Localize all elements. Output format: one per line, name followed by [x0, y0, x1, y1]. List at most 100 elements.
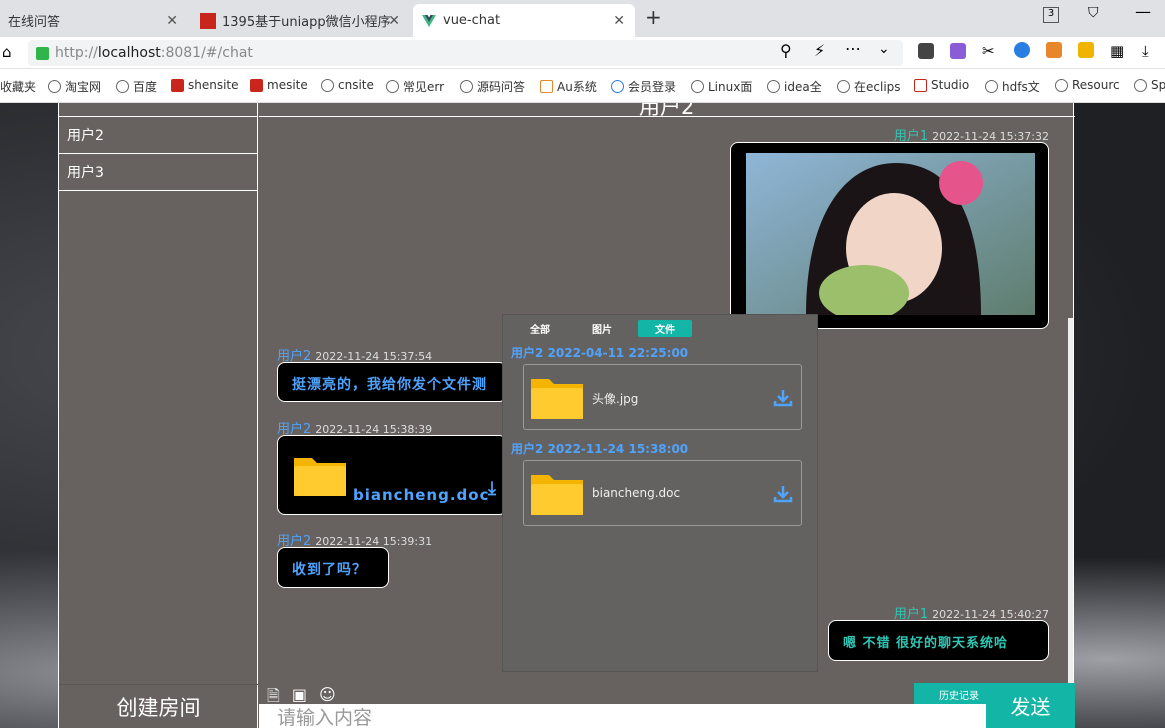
site-icon	[250, 78, 263, 92]
bookmark-item[interactable]: mesite	[250, 78, 308, 92]
bookmark-item[interactable]: 淘宝网	[48, 78, 101, 95]
history-panel: 全部 图片 文件 用户2 2022-04-11 22:25:00 头像.jpg …	[502, 314, 818, 672]
create-room-button[interactable]: 创建房间	[59, 684, 258, 728]
close-icon[interactable]: ✕	[613, 13, 625, 29]
bookmark-item[interactable]: 常见err	[386, 78, 444, 95]
bookmark-label: Studio	[931, 78, 970, 92]
file-message[interactable]: biancheng.doc ⤓	[277, 435, 507, 515]
zoom-icon[interactable]: ⚲	[780, 41, 792, 60]
file-name: biancheng.doc	[353, 486, 490, 504]
history-entry-header: 用户2 2022-11-24 15:38:00	[511, 442, 689, 456]
bookmark-item[interactable]: idea全	[767, 78, 822, 95]
bookmark-label: 源码问答	[477, 80, 526, 94]
file-name: biancheng.doc	[592, 486, 681, 500]
bookmark-label: hdfs文	[1002, 80, 1040, 94]
close-icon[interactable]: ✕	[166, 13, 178, 29]
browser-tab[interactable]: 在线问答 ✕	[0, 4, 188, 37]
bookmark-label: 会员登录	[628, 80, 677, 94]
image-message[interactable]	[730, 142, 1049, 329]
more-icon[interactable]: ⋯	[845, 39, 861, 58]
paw-icon	[767, 80, 780, 93]
chevron-down-icon[interactable]: ⌄	[878, 41, 890, 57]
file-name: 头像.jpg	[592, 392, 639, 406]
bookmark-label: Resourc	[1072, 78, 1120, 92]
browser-tab[interactable]: 1395基于uniapp微信小程序 ✕	[192, 4, 410, 37]
globe-icon	[48, 80, 61, 93]
tab-all[interactable]: 全部	[513, 320, 567, 337]
sidebar-user-2[interactable]: 用户2	[59, 117, 257, 154]
bookmark-item[interactable]: 源码问答	[460, 78, 525, 95]
url-field[interactable]: http://localhost:8081/#/chat	[28, 40, 903, 66]
message-input[interactable]: 请输入内容	[259, 704, 986, 728]
globe-icon	[1134, 78, 1147, 92]
bookmark-item[interactable]: 收藏夹	[0, 78, 36, 95]
chat-header: 用户2	[259, 103, 1075, 117]
bookmark-item[interactable]: hdfs文	[985, 78, 1040, 95]
reader-icon[interactable]	[918, 43, 934, 59]
fox-extension-icon[interactable]	[1046, 42, 1062, 58]
scissors-icon[interactable]: ✂	[982, 42, 995, 60]
shield-extension-icon[interactable]	[1078, 42, 1094, 58]
text-message: 嗯 不错 很好的聊天系统哈	[828, 620, 1049, 661]
tab-label: 在线问答	[8, 15, 61, 30]
address-bar: ⌂ http://localhost:8081/#/chat ⚲ ⚡ ⋯ ⌄ ✂…	[0, 37, 1165, 69]
bookmark-item[interactable]: Studio	[914, 78, 969, 92]
tab-label: 1395基于uniapp微信小程序	[222, 15, 391, 30]
minimize-icon[interactable]: —	[1135, 2, 1151, 21]
globe-icon	[321, 78, 334, 92]
bookmark-label: cnsite	[338, 78, 374, 92]
bookmark-label: 淘宝网	[65, 80, 102, 94]
site-icon	[914, 78, 927, 92]
site-icon	[460, 80, 473, 93]
bookmark-item[interactable]: Au系统	[540, 78, 597, 95]
bookmark-item[interactable]: 在eclips	[837, 78, 901, 95]
tab-count-badge[interactable]: 3	[1043, 7, 1059, 23]
translate-icon[interactable]	[950, 43, 966, 59]
bookmark-item[interactable]: 百度	[116, 78, 157, 95]
site-favicon-icon	[200, 12, 216, 29]
vue-logo-icon	[422, 14, 436, 27]
bookmark-label: 常见err	[403, 80, 445, 94]
scrollbar[interactable]	[1068, 318, 1073, 683]
cloud-icon	[611, 80, 624, 93]
download-icon[interactable]: ⤓	[1142, 42, 1149, 60]
folder-icon	[294, 458, 346, 496]
close-icon[interactable]: ✕	[388, 13, 400, 29]
bookmark-item[interactable]: cnsite	[321, 78, 374, 92]
history-file-card[interactable]: biancheng.doc	[523, 460, 802, 526]
home-icon[interactable]: ⌂	[2, 43, 12, 61]
shirt-icon[interactable]: ⛉	[1088, 5, 1099, 21]
browser-tab-active[interactable]: vue-chat ✕	[413, 4, 635, 37]
tab-files[interactable]: 文件	[638, 320, 692, 337]
download-icon[interactable]	[773, 389, 793, 407]
paw-icon	[837, 80, 850, 93]
download-icon[interactable]	[773, 485, 793, 503]
search-extension-icon[interactable]	[1014, 42, 1030, 58]
send-button[interactable]: 发送	[986, 683, 1075, 728]
secure-shield-icon	[36, 46, 49, 60]
bookmark-item[interactable]: Linux面	[691, 78, 752, 95]
text-message: 收到了吗？	[277, 547, 389, 588]
download-icon[interactable]: ⤓	[488, 478, 497, 499]
globe-icon	[1055, 78, 1068, 92]
apps-grid-icon[interactable]: ▦	[1110, 42, 1124, 60]
url-prefix: http://	[55, 45, 98, 61]
user-sidebar: 用户2 用户3 创建房间	[59, 103, 258, 728]
history-file-card[interactable]: 头像.jpg	[523, 364, 802, 430]
url-path: :8081/#/chat	[160, 45, 253, 61]
folder-icon	[531, 379, 583, 419]
new-tab-button[interactable]: +	[645, 5, 662, 29]
bookmark-item[interactable]: 会员登录	[611, 78, 676, 95]
sidebar-user-3[interactable]: 用户3	[59, 154, 257, 191]
bookmark-label: Linux面	[708, 80, 753, 94]
bookmark-item[interactable]: Sp	[1134, 78, 1165, 92]
bookmark-item[interactable]: Resourc	[1055, 78, 1120, 92]
tab-images[interactable]: 图片	[575, 320, 629, 337]
browser-tab-bar: 在线问答 ✕ 1395基于uniapp微信小程序 ✕ vue-chat ✕ + …	[0, 0, 1165, 37]
lightning-icon[interactable]: ⚡	[814, 41, 825, 60]
text-message: 挺漂亮的，我给你发个文件测	[277, 362, 507, 402]
bookmark-item[interactable]: shensite	[171, 78, 239, 92]
globe-icon	[386, 80, 399, 93]
sidebar-header	[59, 103, 257, 117]
bookmarks-bar: 收藏夹 淘宝网 百度 shensite mesite cnsite 常见err …	[0, 69, 1165, 103]
